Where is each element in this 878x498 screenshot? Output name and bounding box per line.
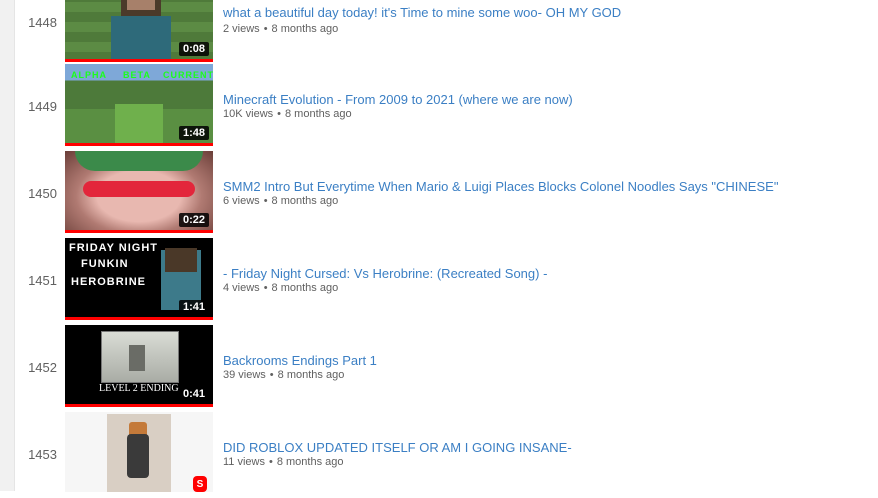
item-index: 1452 bbox=[28, 360, 57, 375]
upload-age: 8 months ago bbox=[271, 282, 339, 294]
view-count: 6 views bbox=[223, 195, 260, 207]
view-count: 39 views bbox=[223, 369, 266, 381]
video-meta: 4 views • 8 months ago bbox=[223, 282, 338, 294]
separator: • bbox=[269, 369, 274, 381]
video-title[interactable]: Minecraft Evolution - From 2009 to 2021 … bbox=[223, 92, 573, 107]
upload-age: 8 months ago bbox=[276, 456, 344, 468]
video-thumbnail[interactable]: S bbox=[65, 412, 213, 492]
thumb-label: LEVEL 2 ENDING bbox=[99, 383, 179, 394]
thumb-label: HEROBRINE bbox=[71, 276, 147, 288]
upload-age: 8 months ago bbox=[271, 23, 339, 35]
video-title[interactable]: - Friday Night Cursed: Vs Herobrine: (Re… bbox=[223, 266, 547, 281]
video-meta: 10K views • 8 months ago bbox=[223, 108, 352, 120]
video-thumbnail[interactable]: 0:22 bbox=[65, 151, 213, 233]
item-index: 1448 bbox=[28, 15, 57, 30]
watched-progress-bar bbox=[65, 143, 213, 146]
left-scroll-gutter bbox=[0, 0, 15, 491]
view-count: 4 views bbox=[223, 282, 260, 294]
thumb-label: ALPHA bbox=[71, 70, 107, 80]
video-meta: 11 views • 8 months ago bbox=[223, 456, 344, 468]
video-title[interactable]: SMM2 Intro But Everytime When Mario & Lu… bbox=[223, 179, 778, 194]
item-index: 1449 bbox=[28, 99, 57, 114]
separator: • bbox=[263, 195, 268, 207]
video-thumbnail[interactable]: LEVEL 2 ENDING 0:41 bbox=[65, 325, 213, 407]
video-thumbnail[interactable]: ALPHA BETA CURRENT 1:48 bbox=[65, 64, 213, 146]
video-title[interactable]: DID ROBLOX UPDATED ITSELF OR AM I GOING … bbox=[223, 440, 572, 455]
list-item[interactable]: 1448 0:08 what a beautiful day today! it… bbox=[15, 0, 878, 66]
list-item[interactable]: 1451 FRIDAY NIGHT FUNKIN HEROBRINE 1:41 … bbox=[15, 237, 878, 324]
thumbnail-image: S bbox=[65, 412, 213, 492]
playlist-video-list: 1448 0:08 what a beautiful day today! it… bbox=[15, 0, 878, 492]
video-title[interactable]: Backrooms Endings Part 1 bbox=[223, 353, 377, 368]
duration-badge: 1:41 bbox=[178, 300, 209, 314]
list-item[interactable]: 1452 LEVEL 2 ENDING 0:41 Backrooms Endin… bbox=[15, 324, 878, 411]
video-meta: 6 views • 8 months ago bbox=[223, 195, 338, 207]
thumb-label: FRIDAY NIGHT bbox=[69, 242, 159, 254]
duration-badge: 0:08 bbox=[178, 42, 209, 56]
video-meta: 2 views • 8 months ago bbox=[223, 23, 338, 35]
thumb-label: BETA bbox=[123, 70, 151, 80]
view-count: 2 views bbox=[223, 23, 260, 35]
video-title[interactable]: what a beautiful day today! it's Time to… bbox=[223, 5, 621, 20]
video-thumbnail[interactable]: FRIDAY NIGHT FUNKIN HEROBRINE 1:41 bbox=[65, 238, 213, 320]
upload-age: 8 months ago bbox=[285, 108, 352, 120]
video-thumbnail[interactable]: 0:08 bbox=[65, 0, 213, 62]
thumb-label: FUNKIN bbox=[81, 258, 129, 270]
duration-badge: 0:41 bbox=[178, 387, 209, 401]
list-item[interactable]: 1450 0:22 SMM2 Intro But Everytime When … bbox=[15, 150, 878, 237]
watched-progress-bar bbox=[65, 317, 213, 320]
list-item[interactable]: 1449 ALPHA BETA CURRENT 1:48 Minecraft E… bbox=[15, 63, 878, 150]
video-meta: 39 views • 8 months ago bbox=[223, 369, 344, 381]
duration-badge: 0:22 bbox=[178, 213, 209, 227]
watched-progress-bar bbox=[65, 230, 213, 233]
upload-age: 8 months ago bbox=[271, 195, 339, 207]
item-index: 1450 bbox=[28, 186, 57, 201]
watched-progress-bar bbox=[65, 59, 213, 62]
separator: • bbox=[263, 282, 268, 294]
duration-badge: 1:48 bbox=[178, 126, 209, 140]
view-count: 11 views bbox=[223, 456, 265, 468]
item-index: 1453 bbox=[28, 447, 57, 462]
separator: • bbox=[268, 456, 273, 468]
list-item[interactable]: 1453 S DID ROBLOX UPDATED ITSELF OR AM I… bbox=[15, 411, 878, 498]
shorts-icon: S bbox=[193, 476, 207, 492]
thumb-label: CURRENT bbox=[163, 70, 213, 80]
watched-progress-bar bbox=[65, 404, 213, 407]
upload-age: 8 months ago bbox=[277, 369, 345, 381]
separator: • bbox=[263, 23, 268, 35]
item-index: 1451 bbox=[28, 273, 57, 288]
separator: • bbox=[277, 108, 281, 120]
view-count: 10K views bbox=[223, 108, 274, 120]
